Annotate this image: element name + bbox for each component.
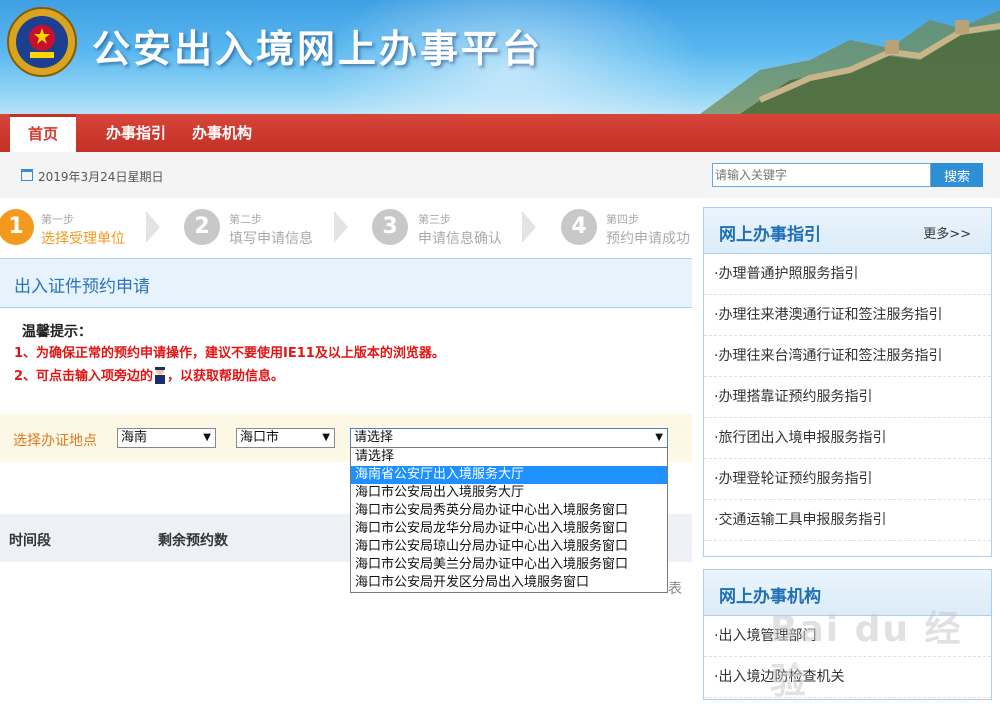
step-1-small: 第一步 [41,213,74,226]
office-option-highlighted[interactable]: 海南省公安厅出入境服务大厅 [351,466,667,484]
city-value: 海口市 [240,430,280,445]
nav-guide[interactable]: 办事指引 [106,114,166,152]
step-2-small: 第二步 [229,213,262,226]
guide-panel-header: 网上办事指引 更多>> [704,208,991,254]
guide-panel: 网上办事指引 更多>> ·办理普通护照服务指引 ·办理往来港澳通行证和签注服务指… [703,207,992,557]
guide-item[interactable]: ·办理搭靠证预约服务指引 [704,377,991,418]
tip-line-2-after: ，以获取帮助信息。 [167,369,285,384]
step-4-small: 第四步 [606,213,639,226]
province-value: 海南 [121,430,148,445]
office-value: 请选择 [354,430,394,445]
tip-line-2: 2、可点击输入项旁边的 ，以获取帮助信息。 [14,365,284,384]
nav-agencies[interactable]: 办事机构 [192,114,252,152]
guide-more-link[interactable]: 更多>> [923,223,971,242]
location-label: 选择办证地点 [13,433,97,449]
office-option[interactable]: 海口市公安局龙华分局办证中心出入境服务窗口 [351,520,667,538]
step-4-circle: 4 [561,209,597,245]
office-dropdown-list: 请选择 海南省公安厅出入境服务大厅 海口市公安局出入境服务大厅 海口市公安局秀英… [350,447,668,593]
nav-home[interactable]: 首页 [10,114,76,152]
guide-panel-title: 网上办事指引 [719,225,821,245]
guide-item[interactable]: ·办理登轮证预约服务指引 [704,459,991,500]
partial-text: 表 [668,581,682,597]
office-option[interactable]: 海口市公安局琼山分局办证中心出入境服务窗口 [351,538,667,556]
section-title: 出入证件预约申请 [14,277,150,297]
guide-item[interactable]: ·办理往来港澳通行证和签注服务指引 [704,295,991,336]
step-2-label: 填写申请信息 [229,231,313,247]
main-nav: 首页 办事指引 办事机构 [0,114,1000,152]
office-option[interactable]: 海口市公安局美兰分局办证中心出入境服务窗口 [351,556,667,574]
office-option[interactable]: 海口市公安局开发区分局出入境服务窗口 [351,574,667,592]
col-time-slot: 时间段 [9,533,51,549]
site-title: 公安出入境网上办事平台 [92,27,544,71]
guide-item[interactable]: ·旅行团出入境申报服务指引 [704,418,991,459]
tip-line-2-before: 2、可点击输入项旁边的 [14,369,154,384]
great-wall-image [700,10,1000,114]
chevron-down-icon: ▼ [655,432,663,443]
search-button[interactable]: 搜索 [931,163,983,187]
office-select[interactable]: 请选择 ▼ [350,428,668,448]
step-arrow-1 [146,211,160,243]
step-3-label: 申请信息确认 [418,231,502,247]
tip-title: 温馨提示： [22,324,92,340]
step-3-circle: 3 [372,209,408,245]
office-option[interactable]: 海口市公安局出入境服务大厅 [351,484,667,502]
step-2-circle: 2 [184,209,220,245]
guide-item[interactable]: ·办理普通护照服务指引 [704,254,991,295]
guide-item[interactable]: ·交通运输工具申报服务指引 [704,500,991,541]
office-option[interactable]: 海口市公安局秀英分局办证中心出入境服务窗口 [351,502,667,520]
office-option[interactable]: 请选择 [351,448,667,466]
baidu-watermark: Bai du 经验 [770,609,963,702]
police-emblem-icon [7,7,77,77]
tip-line-1: 1、为确保正常的预约申请操作，建议不要使用IE11及以上版本的浏览器。 [14,346,445,361]
search-input[interactable] [712,163,931,187]
header-banner: 公安出入境网上办事平台 [0,0,1000,114]
help-officer-icon [155,367,166,384]
step-1-label: 选择受理单位 [41,231,125,247]
col-remaining: 剩余预约数 [158,533,228,549]
guide-item[interactable]: ·办理往来台湾通行证和签注服务指引 [704,336,991,377]
step-arrow-2 [334,211,348,243]
step-3-small: 第三步 [418,213,451,226]
province-select[interactable]: 海南 ▼ [117,428,216,448]
step-1-circle: 1 [0,209,34,245]
chevron-down-icon: ▼ [203,432,211,443]
chevron-down-icon: ▼ [322,432,330,443]
current-date: 2019年3月24日星期日 [38,170,164,184]
city-select[interactable]: 海口市 ▼ [236,428,335,448]
calendar-icon [21,169,33,181]
step-arrow-3 [522,211,536,243]
step-4-label: 预约申请成功 [606,231,690,247]
